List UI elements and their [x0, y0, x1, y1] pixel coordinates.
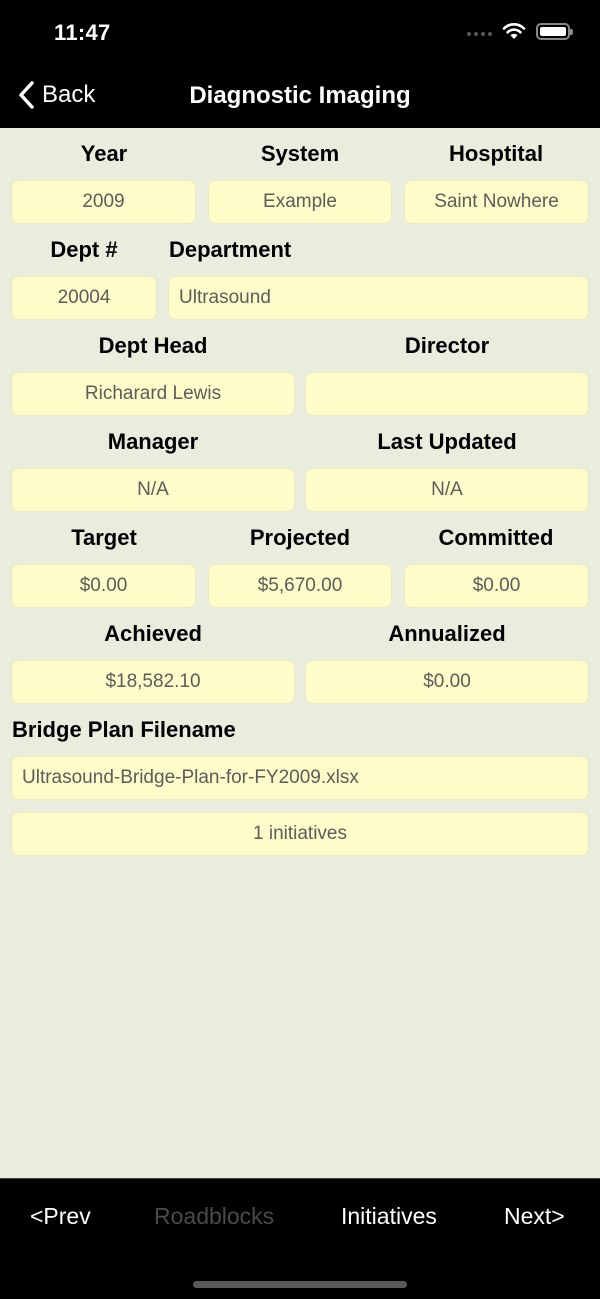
system-label: System	[260, 141, 340, 166]
last-updated-label: Last Updated	[377, 429, 517, 454]
bridge-plan-label: Bridge Plan Filename	[12, 717, 236, 742]
status-icons	[467, 22, 573, 40]
hospital-field[interactable]: Saint Nowhere	[404, 180, 589, 224]
committed-label: Committed	[438, 525, 554, 550]
page-title: Diagnostic Imaging	[189, 82, 411, 109]
achieved-label: Achieved	[104, 621, 202, 646]
department-field[interactable]: Ultrasound	[168, 276, 589, 320]
battery-icon	[536, 22, 573, 40]
year-label: Year	[80, 141, 128, 166]
director-field[interactable]	[305, 372, 589, 416]
next-button[interactable]: Next>	[504, 1203, 565, 1230]
hospital-label: Hosptital	[448, 141, 544, 166]
status-bar: 11:47	[0, 0, 600, 70]
dept-head-label: Dept Head	[98, 333, 208, 358]
navigation-bar: Back Diagnostic Imaging	[0, 70, 600, 128]
initiatives-count-button[interactable]: 1 initiatives	[11, 812, 589, 856]
achieved-field[interactable]: $18,582.10	[11, 660, 295, 704]
status-time: 11:47	[54, 20, 111, 45]
annualized-label: Annualized	[388, 621, 506, 646]
wifi-icon	[502, 23, 526, 39]
initiatives-button[interactable]: Initiatives	[341, 1203, 437, 1230]
last-updated-field[interactable]: N/A	[305, 468, 589, 512]
projected-label: Projected	[249, 525, 351, 550]
department-label: Department	[169, 237, 292, 262]
manager-field[interactable]: N/A	[11, 468, 295, 512]
prev-button[interactable]: <Prev	[30, 1203, 91, 1230]
dept-number-field[interactable]: 20004	[11, 276, 157, 320]
target-label: Target	[71, 525, 137, 550]
year-field[interactable]: 2009	[11, 180, 196, 224]
dept-head-field[interactable]: Richarard Lewis	[11, 372, 295, 416]
system-field[interactable]: Example	[208, 180, 392, 224]
bottom-toolbar: <Prev Roadblocks Initiatives Next>	[0, 1178, 600, 1299]
projected-field[interactable]: $5,670.00	[208, 564, 392, 608]
roadblocks-button[interactable]: Roadblocks	[154, 1203, 274, 1230]
committed-field[interactable]: $0.00	[404, 564, 589, 608]
manager-label: Manager	[107, 429, 199, 454]
home-indicator[interactable]	[193, 1281, 407, 1288]
director-label: Director	[404, 333, 490, 358]
dept-number-label: Dept #	[50, 237, 118, 262]
bridge-plan-field[interactable]: Ultrasound-Bridge-Plan-for-FY2009.xlsx	[11, 756, 589, 800]
target-field[interactable]: $0.00	[11, 564, 196, 608]
annualized-field[interactable]: $0.00	[305, 660, 589, 704]
signal-dots-icon	[467, 32, 492, 36]
department-detail-form: Year System Hosptital 2009 Example Saint…	[0, 128, 600, 1178]
